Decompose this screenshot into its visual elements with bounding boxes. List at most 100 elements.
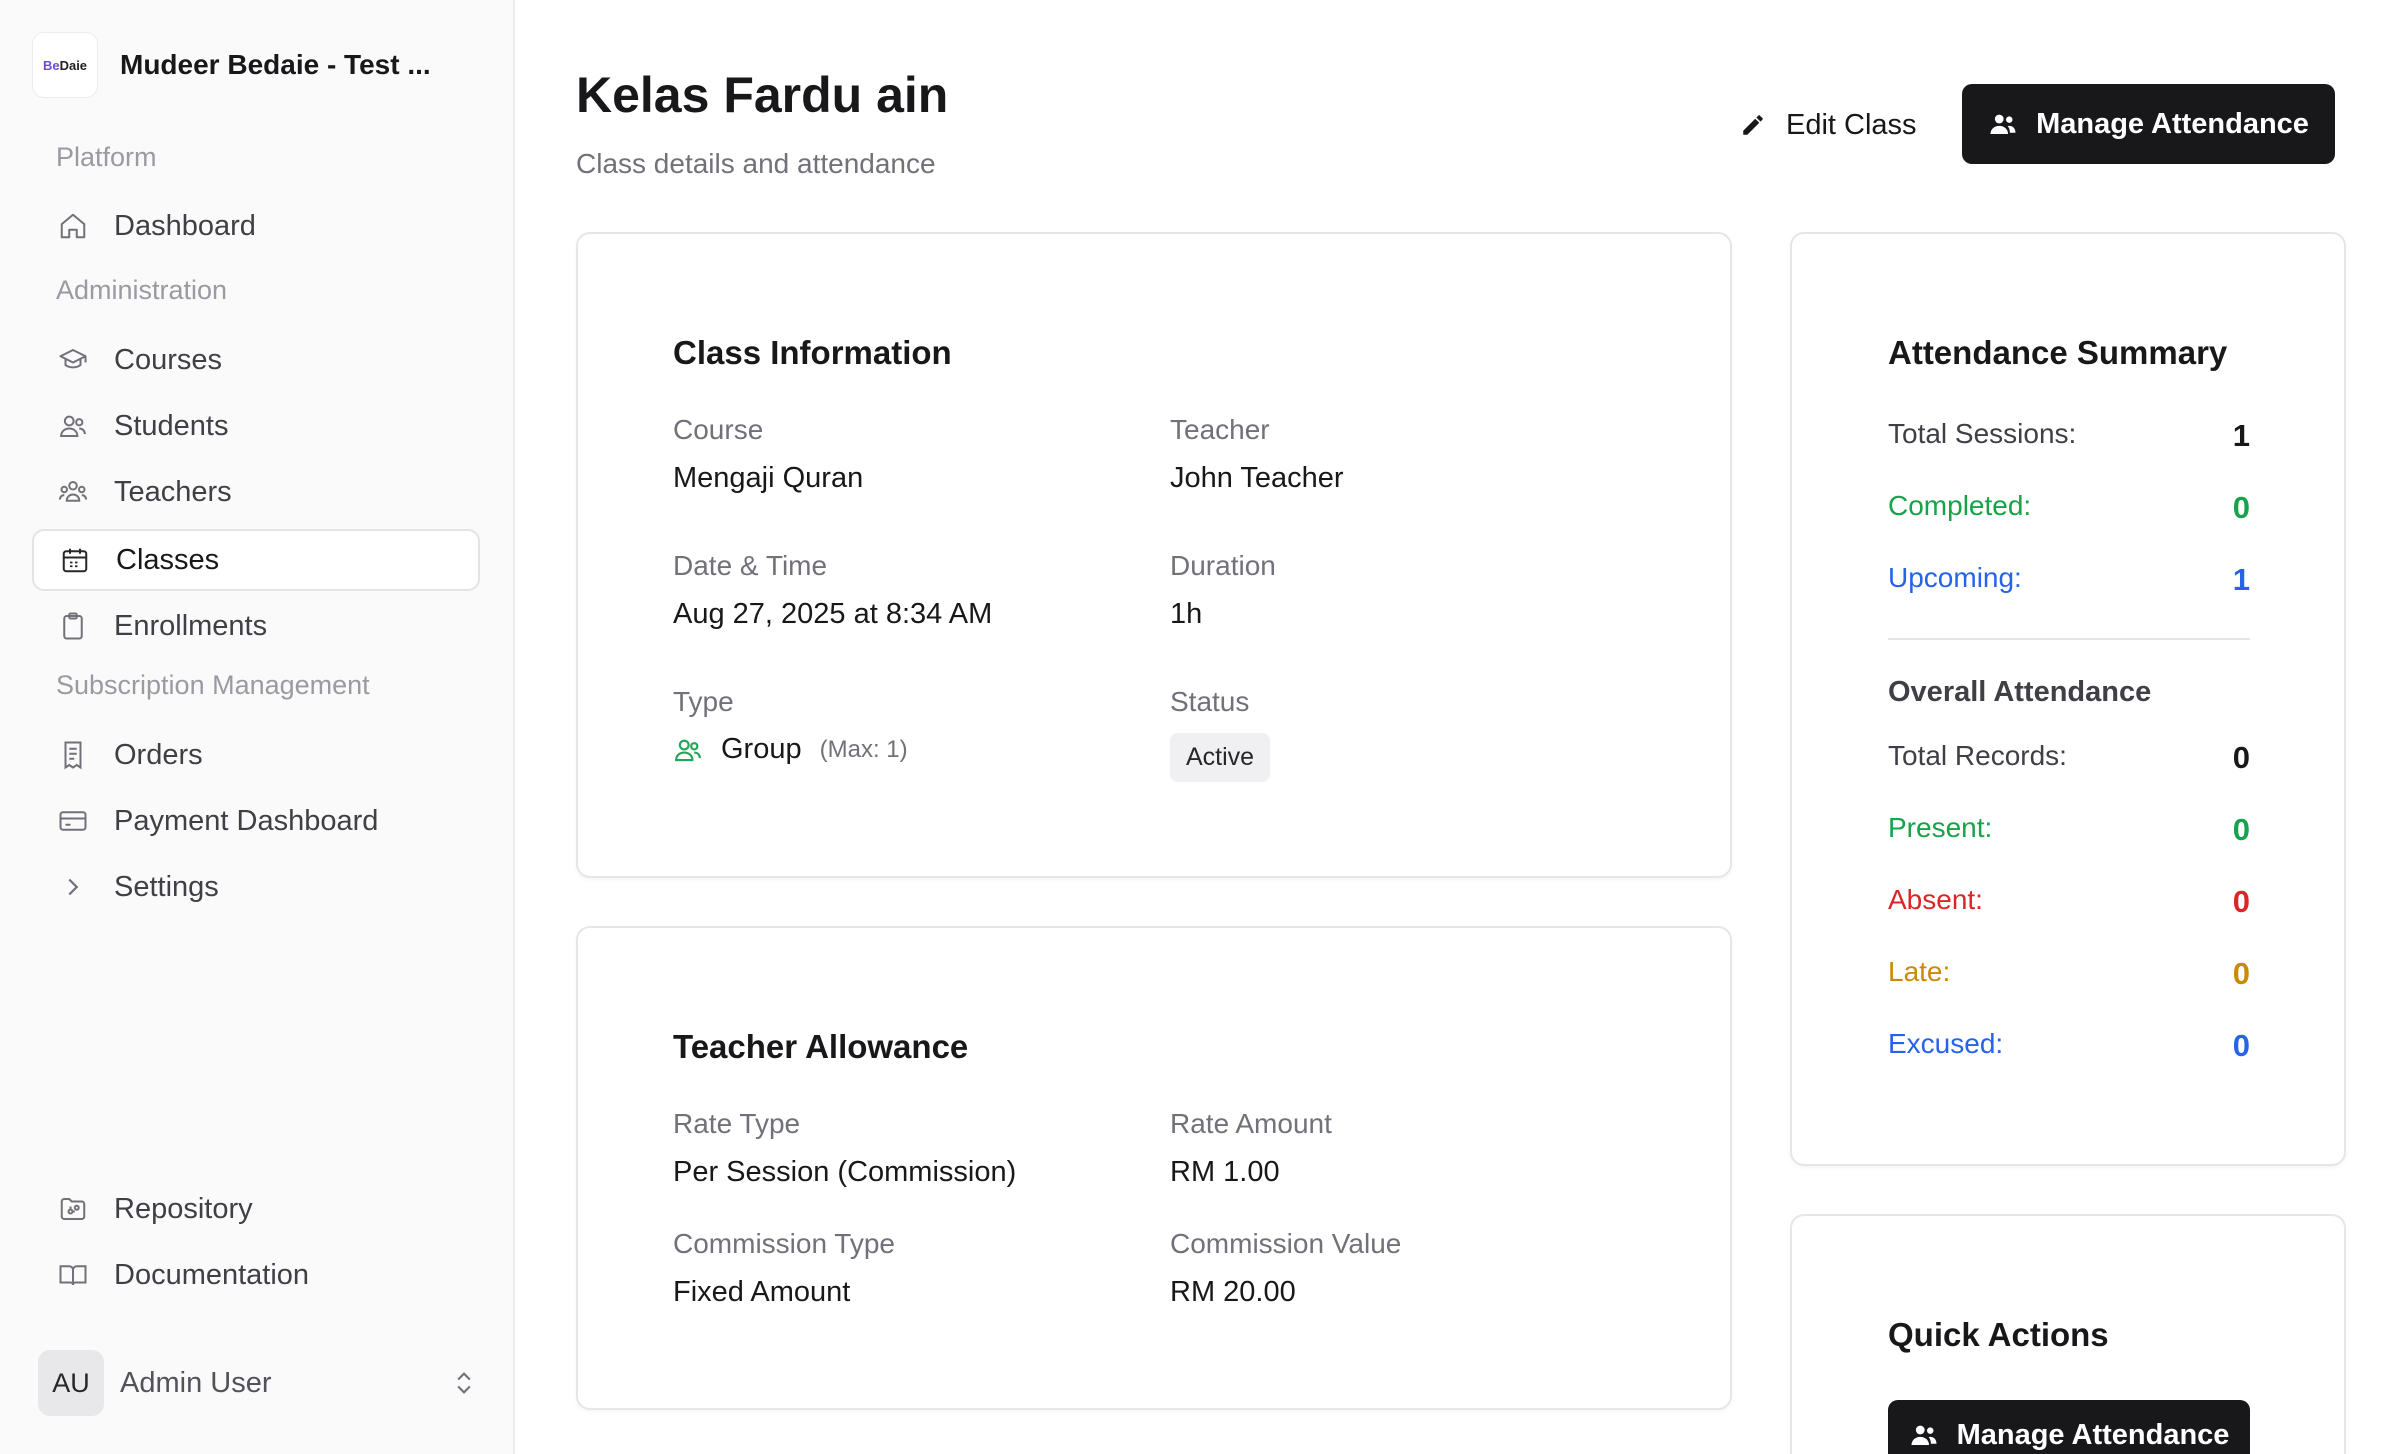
summary-row-absent: Absent: 0 <box>1888 884 2250 920</box>
edit-class-label: Edit Class <box>1786 108 1917 141</box>
sidebar-item-dashboard[interactable]: Dashboard <box>32 195 480 257</box>
commission-value-value: RM 20.00 <box>1170 1276 1296 1308</box>
sidebar-item-enrollments[interactable]: Enrollments <box>32 595 480 657</box>
sidebar-item-classes[interactable]: Classes <box>32 529 480 591</box>
avatar: AU <box>38 1350 104 1416</box>
summary-row-late: Late: 0 <box>1888 956 2250 992</box>
commission-value-label: Commission Value <box>1170 1228 1402 1259</box>
sidebar-item-label: Dashboard <box>114 209 256 242</box>
overall-attendance-title: Overall Attendance <box>1888 676 2152 708</box>
summary-row-total-records: Total Records: 0 <box>1888 740 2250 776</box>
user-name: Admin User <box>120 1366 272 1399</box>
course-label: Course <box>673 414 764 445</box>
brand-name: Mudeer Bedaie - Test ... <box>120 49 431 80</box>
summary-divider <box>1888 638 2250 640</box>
summary-value: 1 <box>2232 418 2250 453</box>
sidebar-item-repository[interactable]: Repository <box>32 1178 480 1240</box>
book-open-icon <box>59 1265 87 1286</box>
user-menu[interactable]: AU Admin User <box>38 1350 478 1416</box>
page-subtitle: Class details and attendance <box>576 148 936 179</box>
brand[interactable]: Be Daie Mudeer Bedaie - Test ... <box>32 32 431 98</box>
sidebar: Be Daie Mudeer Bedaie - Test ... Platform… <box>0 0 515 1454</box>
summary-label: Total Sessions: <box>1888 418 2077 449</box>
folder-git-icon <box>60 1198 86 1220</box>
users-icon <box>60 415 86 437</box>
type-max: (Max: 1) <box>819 735 908 763</box>
attendance-summary-title: Attendance Summary <box>1888 334 2228 371</box>
course-value: Mengaji Quran <box>673 462 864 494</box>
teacher-value: John Teacher <box>1170 462 1344 494</box>
summary-value: 0 <box>2232 956 2250 991</box>
quick-actions-title: Quick Actions <box>1888 1316 2109 1353</box>
summary-value: 0 <box>2232 812 2250 847</box>
summary-row-excused: Excused: 0 <box>1888 1028 2250 1064</box>
summary-row-total-sessions: Total Sessions: 1 <box>1888 418 2250 454</box>
chevron-up-down-icon <box>457 1372 471 1394</box>
sidebar-item-courses[interactable]: Courses <box>32 329 480 391</box>
sidebar-item-payment-dashboard[interactable]: Payment Dashboard <box>32 790 480 852</box>
summary-label: Total Records: <box>1888 740 2067 771</box>
sidebar-item-label: Payment Dashboard <box>114 804 379 837</box>
calendar-icon <box>62 548 88 573</box>
sidebar-item-label: Courses <box>114 343 222 376</box>
sidebar-item-orders[interactable]: Orders <box>32 724 480 786</box>
datetime-label: Date & Time <box>673 550 828 581</box>
sidebar-item-label: Repository <box>114 1192 253 1225</box>
sidebar-item-settings[interactable]: Settings <box>32 856 480 918</box>
summary-value: 0 <box>2232 1028 2250 1063</box>
teacher-label: Teacher <box>1170 414 1270 445</box>
sidebar-item-label: Students <box>114 409 229 442</box>
summary-row-completed: Completed: 0 <box>1888 490 2250 526</box>
group-label-platform: Platform <box>56 142 157 172</box>
sidebar-item-label: Enrollments <box>114 609 268 642</box>
manage-attendance-label: Manage Attendance <box>2036 107 2309 140</box>
teacher-allowance-title: Teacher Allowance <box>673 1028 969 1065</box>
duration-label: Duration <box>1170 550 1276 581</box>
pencil-icon <box>1743 115 1763 135</box>
users-icon <box>1990 114 2016 134</box>
sidebar-item-students[interactable]: Students <box>32 395 480 457</box>
summary-row-present: Present: 0 <box>1888 812 2250 848</box>
quick-manage-attendance-button[interactable]: Manage Attendance <box>1888 1400 2250 1454</box>
duration-value: 1h <box>1170 598 1203 630</box>
datetime-value: Aug 27, 2025 at 8:34 AM <box>673 598 993 630</box>
summary-label: Completed: <box>1888 490 2032 521</box>
class-information-title: Class Information <box>673 334 952 371</box>
summary-value: 0 <box>2232 740 2250 775</box>
summary-label: Upcoming: <box>1888 562 2022 593</box>
summary-label: Excused: <box>1888 1028 2004 1059</box>
graduation-cap-icon <box>59 349 87 369</box>
quick-manage-attendance-label: Manage Attendance <box>1956 1418 2230 1451</box>
sidebar-item-label: Orders <box>114 738 203 771</box>
brand-logo-text-a: Be <box>42 57 60 73</box>
group-label-administration: Administration <box>56 275 228 305</box>
edit-class-button[interactable]: Edit Class <box>1740 100 1917 150</box>
summary-row-upcoming: Upcoming: 1 <box>1888 562 2250 598</box>
type-label: Type <box>673 686 734 717</box>
type-value: Group <box>721 733 802 765</box>
type-value-row: Group (Max: 1) <box>673 733 908 766</box>
credit-card-icon <box>59 811 87 831</box>
receipt-icon <box>64 741 82 770</box>
status-badge: Active <box>1170 733 1271 782</box>
summary-value: 0 <box>2232 884 2250 919</box>
clipboard-icon <box>63 612 83 640</box>
sidebar-item-label: Settings <box>114 870 219 903</box>
commission-type-label: Commission Type <box>673 1228 896 1259</box>
summary-label: Present: <box>1888 812 1993 843</box>
sidebar-item-label: Classes <box>116 543 220 576</box>
rate-type-value: Per Session (Commission) <box>673 1156 1017 1188</box>
sidebar-item-label: Documentation <box>114 1258 310 1291</box>
summary-value: 0 <box>2232 490 2250 525</box>
home-icon <box>60 213 86 239</box>
sidebar-item-documentation[interactable]: Documentation <box>32 1244 480 1306</box>
users-icon <box>675 739 701 761</box>
sidebar-item-label: Teachers <box>114 475 232 508</box>
manage-attendance-button[interactable]: Manage Attendance <box>1962 84 2335 164</box>
page-title: Kelas Fardu ain <box>576 67 949 123</box>
users-icon <box>1911 1425 1937 1445</box>
rate-type-label: Rate Type <box>673 1108 801 1139</box>
brand-logo: Be Daie <box>32 32 98 98</box>
sidebar-item-teachers[interactable]: Teachers <box>32 461 480 523</box>
status-label: Status <box>1170 686 1250 717</box>
